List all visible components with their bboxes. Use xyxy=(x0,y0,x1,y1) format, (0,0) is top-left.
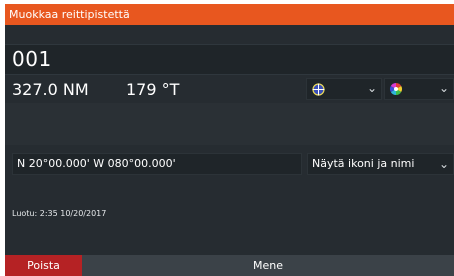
chevron-down-icon: ⌄ xyxy=(438,157,449,171)
edit-waypoint-dialog: Muokkaa reittipistettä 001 327.0 NM 179 … xyxy=(5,4,454,276)
bearing-readout: 179 °T xyxy=(126,80,180,99)
created-timestamp: Luotu: 2:35 10/20/2017 xyxy=(12,209,107,218)
separator-band xyxy=(5,103,454,145)
display-mode-select[interactable]: Näytä ikoni ja nimi ⌄ xyxy=(307,153,454,175)
position-field[interactable]: N 20°00.000' W 080°00.000' xyxy=(12,153,302,175)
chevron-down-icon: ⌄ xyxy=(366,81,377,95)
waypoint-name-value: 001 xyxy=(12,47,52,71)
color-dropdown[interactable]: ⌄ xyxy=(384,78,454,100)
distance-readout: 327.0 NM xyxy=(12,80,89,99)
waypoint-crosshair-icon xyxy=(312,83,325,96)
go-button[interactable]: Mene xyxy=(82,255,454,276)
dialog-title: Muokkaa reittipistettä xyxy=(5,4,454,25)
display-mode-value: Näytä ikoni ja nimi xyxy=(312,157,415,170)
waypoint-name-field[interactable]: 001 xyxy=(5,44,454,75)
action-bar: Poista Mene xyxy=(5,255,454,276)
chevron-down-icon: ⌄ xyxy=(438,81,449,95)
symbol-dropdown[interactable]: ⌄ xyxy=(306,78,382,100)
delete-button[interactable]: Poista xyxy=(5,255,82,276)
color-wheel-icon xyxy=(389,83,403,95)
